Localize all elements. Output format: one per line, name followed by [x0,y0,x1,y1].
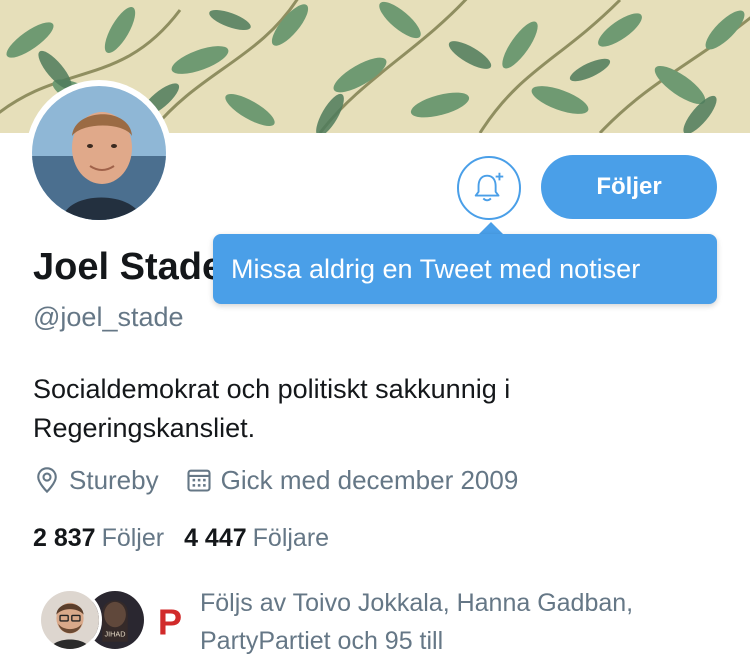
profile-name: Joel Stade [33,246,224,288]
following-count: 2 837 [33,523,96,552]
tooltip-text: Missa aldrig en Tweet med notiser [231,253,641,284]
notifications-tooltip[interactable]: Missa aldrig en Tweet med notiser [213,234,717,304]
followers-label: Följare [252,523,330,552]
profile-bio: Socialdemokrat och politiskt sakkunnig i… [33,374,511,443]
profile-stats: 2 837 Följer 4 447 Följare [33,520,349,556]
calendar-icon [187,469,211,492]
party-logo-letter: P [158,602,182,643]
profile-page: Följer Missa aldrig en Tweet med notiser… [0,0,750,669]
location-item: Stureby [33,465,159,496]
avatar-photo [32,86,166,220]
follower-photo-image [41,591,99,649]
profile-handle: @joel_stade [33,302,184,332]
followed-by-text[interactable]: Följs av Toivo Jokkala, Hanna Gadban, Pa… [200,584,700,660]
joined-text: Gick med december 2009 [220,464,519,495]
follower-avatar-1 [38,588,102,652]
following-label: Följer [101,523,165,552]
followers-count: 4 447 [184,523,247,552]
following-stat[interactable]: 2 837 Följer [33,524,164,553]
bell-plus-icon [474,172,504,202]
location-pin-icon [37,467,57,494]
avatar-image [32,86,166,220]
location-text: Stureby [69,464,159,495]
joined-item: Gick med december 2009 [185,464,519,496]
followed-by-avatars[interactable]: P JIHAD [38,588,188,654]
book-cover-text: JIHAD [105,629,126,638]
following-button[interactable]: Följer [541,155,717,219]
followers-stat[interactable]: 4 447 Följare [184,524,329,553]
profile-meta: Stureby Gick med december 2009 [33,462,544,498]
profile-avatar[interactable] [26,80,172,226]
notification-bell-button[interactable] [457,156,521,220]
